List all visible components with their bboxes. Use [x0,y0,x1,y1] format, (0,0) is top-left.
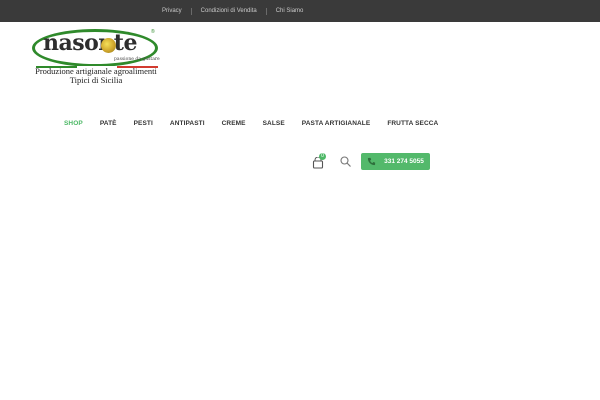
logo-sun-icon [101,38,116,53]
nav-item-antipasti[interactable]: ANTIPASTI [170,120,205,127]
nav-item-salse[interactable]: SALSE [263,120,285,127]
top-bar: Privacy Condizioni di Vendita Chi Siamo [0,0,600,22]
about-link[interactable]: Chi Siamo [267,8,313,14]
nav-item-pate[interactable]: PATÈ [100,120,117,127]
search-icon [340,156,351,167]
registered-mark: ® [151,29,155,35]
top-links: Privacy Condizioni di Vendita Chi Siamo [153,0,312,22]
privacy-link[interactable]: Privacy [153,8,191,14]
logo-tagline: passione da gustare [114,57,160,62]
site-logo[interactable]: nasonte ® passione da gustare Produzione… [30,28,162,88]
nav-item-frutta-secca[interactable]: FRUTTA SECCA [387,120,438,127]
nav-item-pasta-artigianale[interactable]: PASTA ARTIGIANALE [302,120,371,127]
cart-count-badge: 0 [319,153,326,160]
nav-item-creme[interactable]: CREME [222,120,246,127]
cart-button[interactable]: 0 [312,153,326,169]
nav-item-pesti[interactable]: PESTI [134,120,153,127]
phone-icon [368,157,376,166]
terms-link[interactable]: Condizioni di Vendita [192,8,266,14]
search-button[interactable] [339,155,352,168]
phone-call-button[interactable]: 331 274 5055 [361,153,430,170]
logo-subtitle-line2: Tipici di Sicilia [69,75,123,85]
phone-number: 331 274 5055 [384,158,424,165]
logo-subtitle: Produzione artigianale agroalimenti Tipi… [30,67,162,85]
logo-brand: nasonte [43,30,137,56]
main-nav: SHOP PATÈ PESTI ANTIPASTI CREME SALSE PA… [64,113,455,133]
nav-item-shop[interactable]: SHOP [64,120,83,127]
